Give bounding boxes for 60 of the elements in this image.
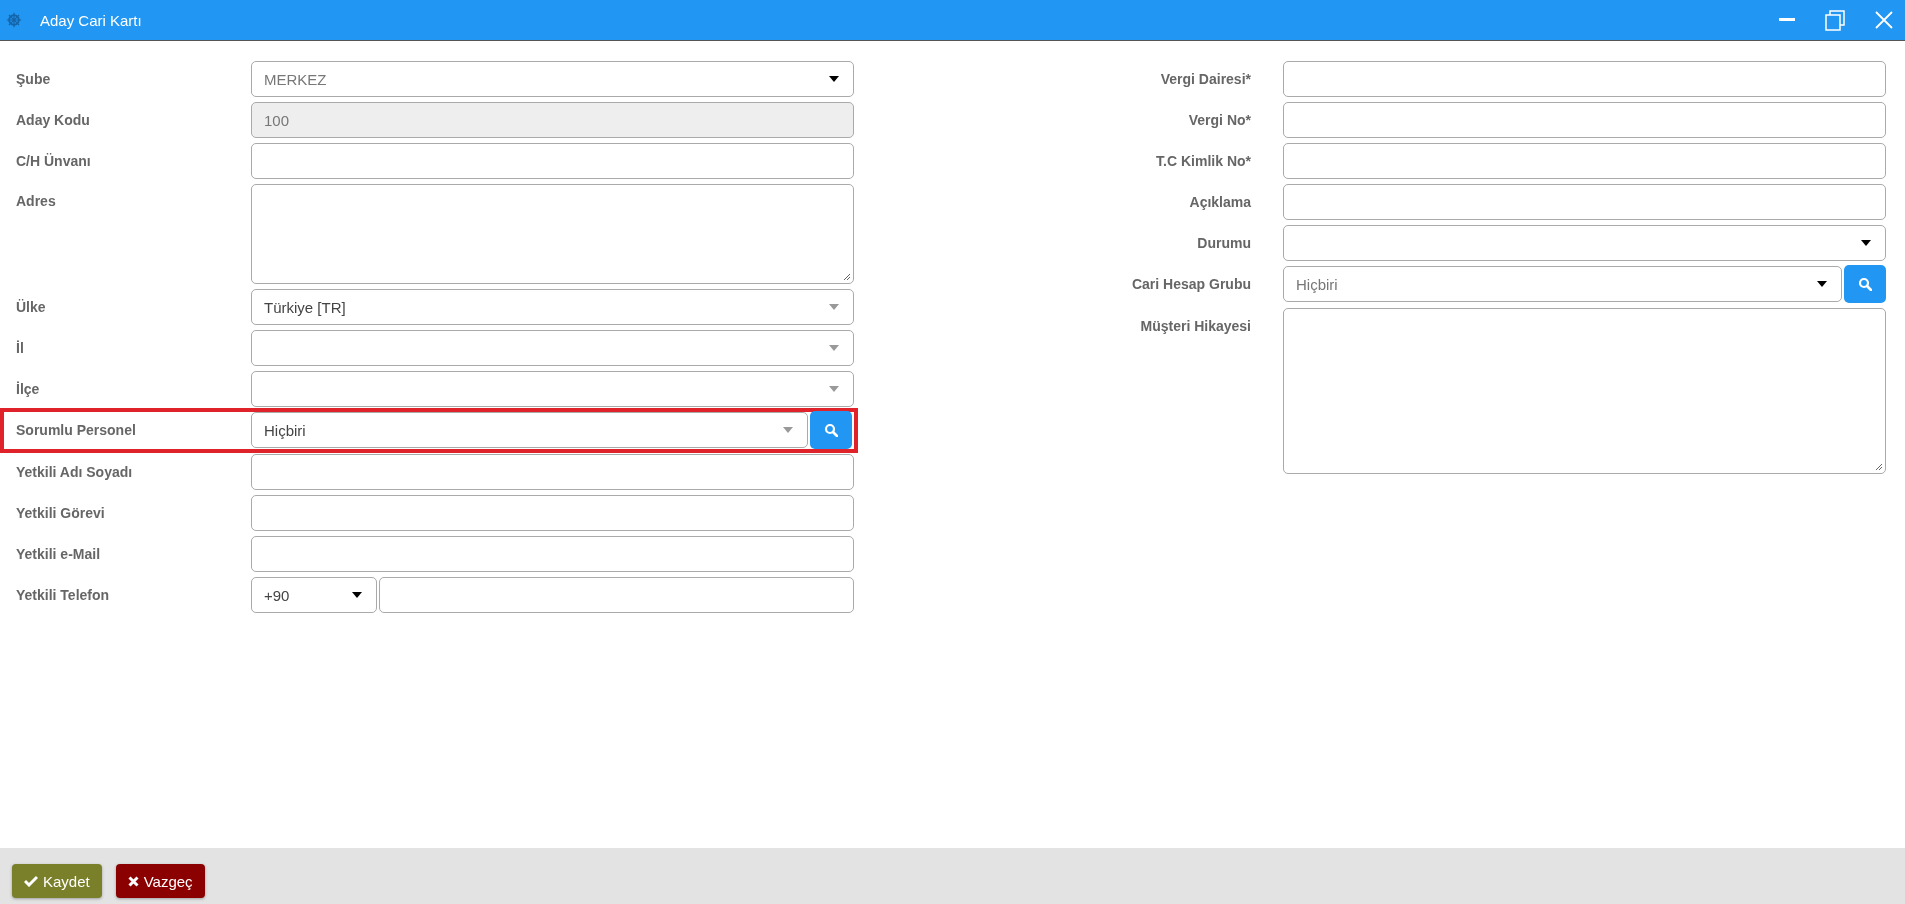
input-field[interactable]: [251, 536, 854, 572]
field-label: Aday Kodu: [16, 111, 91, 130]
dropdown-field[interactable]: [1283, 225, 1886, 261]
dropdown-field[interactable]: +90: [251, 577, 377, 613]
input-field[interactable]: [251, 143, 854, 179]
input-field[interactable]: 100: [251, 102, 854, 138]
cancel-button[interactable]: Vazgeç: [115, 864, 205, 898]
search-icon: [1858, 277, 1872, 291]
field-label: Şube: [16, 70, 52, 89]
field-label: Vergi No*: [1187, 111, 1252, 130]
input-field[interactable]: [1283, 61, 1886, 97]
save-button[interactable]: Kaydet: [12, 864, 102, 898]
input-field[interactable]: [1283, 102, 1886, 138]
field-label: Durumu: [1196, 234, 1252, 253]
minimize-icon[interactable]: [1779, 18, 1795, 22]
window-title: Aday Cari Kartı: [40, 11, 142, 29]
field-label: Vergi Dairesi*: [1159, 70, 1252, 89]
field-label: İl: [16, 339, 25, 358]
dropdown-field[interactable]: [251, 330, 854, 366]
input-field[interactable]: [1283, 143, 1886, 179]
input-field[interactable]: [251, 454, 854, 490]
dropdown-field[interactable]: Türkiye [TR]: [251, 289, 854, 325]
resize-grip-icon[interactable]: [843, 273, 851, 281]
field-label: Adres: [16, 192, 57, 211]
search-button[interactable]: [1844, 265, 1886, 303]
field-label: Yetkili Adı Soyadı: [16, 463, 134, 482]
field-label: İlçe: [16, 380, 41, 399]
field-label: Sorumlu Personel: [16, 421, 137, 440]
caret-icon: [783, 427, 793, 433]
x-icon: [127, 875, 139, 887]
dropdown-field[interactable]: Hiçbiri: [1283, 266, 1842, 302]
field-label: Yetkili Telefon: [16, 586, 111, 605]
caret-icon: [1817, 281, 1827, 287]
resize-grip-icon[interactable]: [1875, 463, 1883, 471]
field-label: Cari Hesap Grubu: [1130, 275, 1252, 294]
close-icon[interactable]: [1875, 11, 1893, 29]
restore-icon[interactable]: [1825, 9, 1845, 31]
check-icon: [24, 875, 38, 887]
field-label: Müşteri Hikayesi: [1139, 317, 1252, 336]
caret-icon: [829, 345, 839, 351]
field-label: Yetkili Görevi: [16, 504, 106, 523]
field-label: Yetkili e-Mail: [16, 545, 102, 564]
caret-icon: [829, 76, 839, 82]
field-label: Açıklama: [1188, 193, 1252, 212]
caret-icon: [352, 592, 362, 598]
field-label: T.C Kimlik No*: [1155, 152, 1252, 171]
caret-icon: [1861, 240, 1871, 246]
input-field[interactable]: [1283, 184, 1886, 220]
dropdown-field[interactable]: MERKEZ: [251, 61, 854, 97]
search-button[interactable]: [810, 411, 852, 449]
dropdown-field[interactable]: [251, 371, 854, 407]
field-label: C/H Ünvanı: [16, 152, 92, 171]
input-field[interactable]: [251, 495, 854, 531]
field-label: Ülke: [16, 298, 47, 317]
dropdown-field[interactable]: Hiçbiri: [251, 412, 808, 448]
wheel-icon: [6, 12, 22, 28]
input-field[interactable]: [379, 577, 854, 613]
caret-icon: [829, 304, 839, 310]
search-icon: [824, 423, 838, 437]
caret-icon: [829, 386, 839, 392]
